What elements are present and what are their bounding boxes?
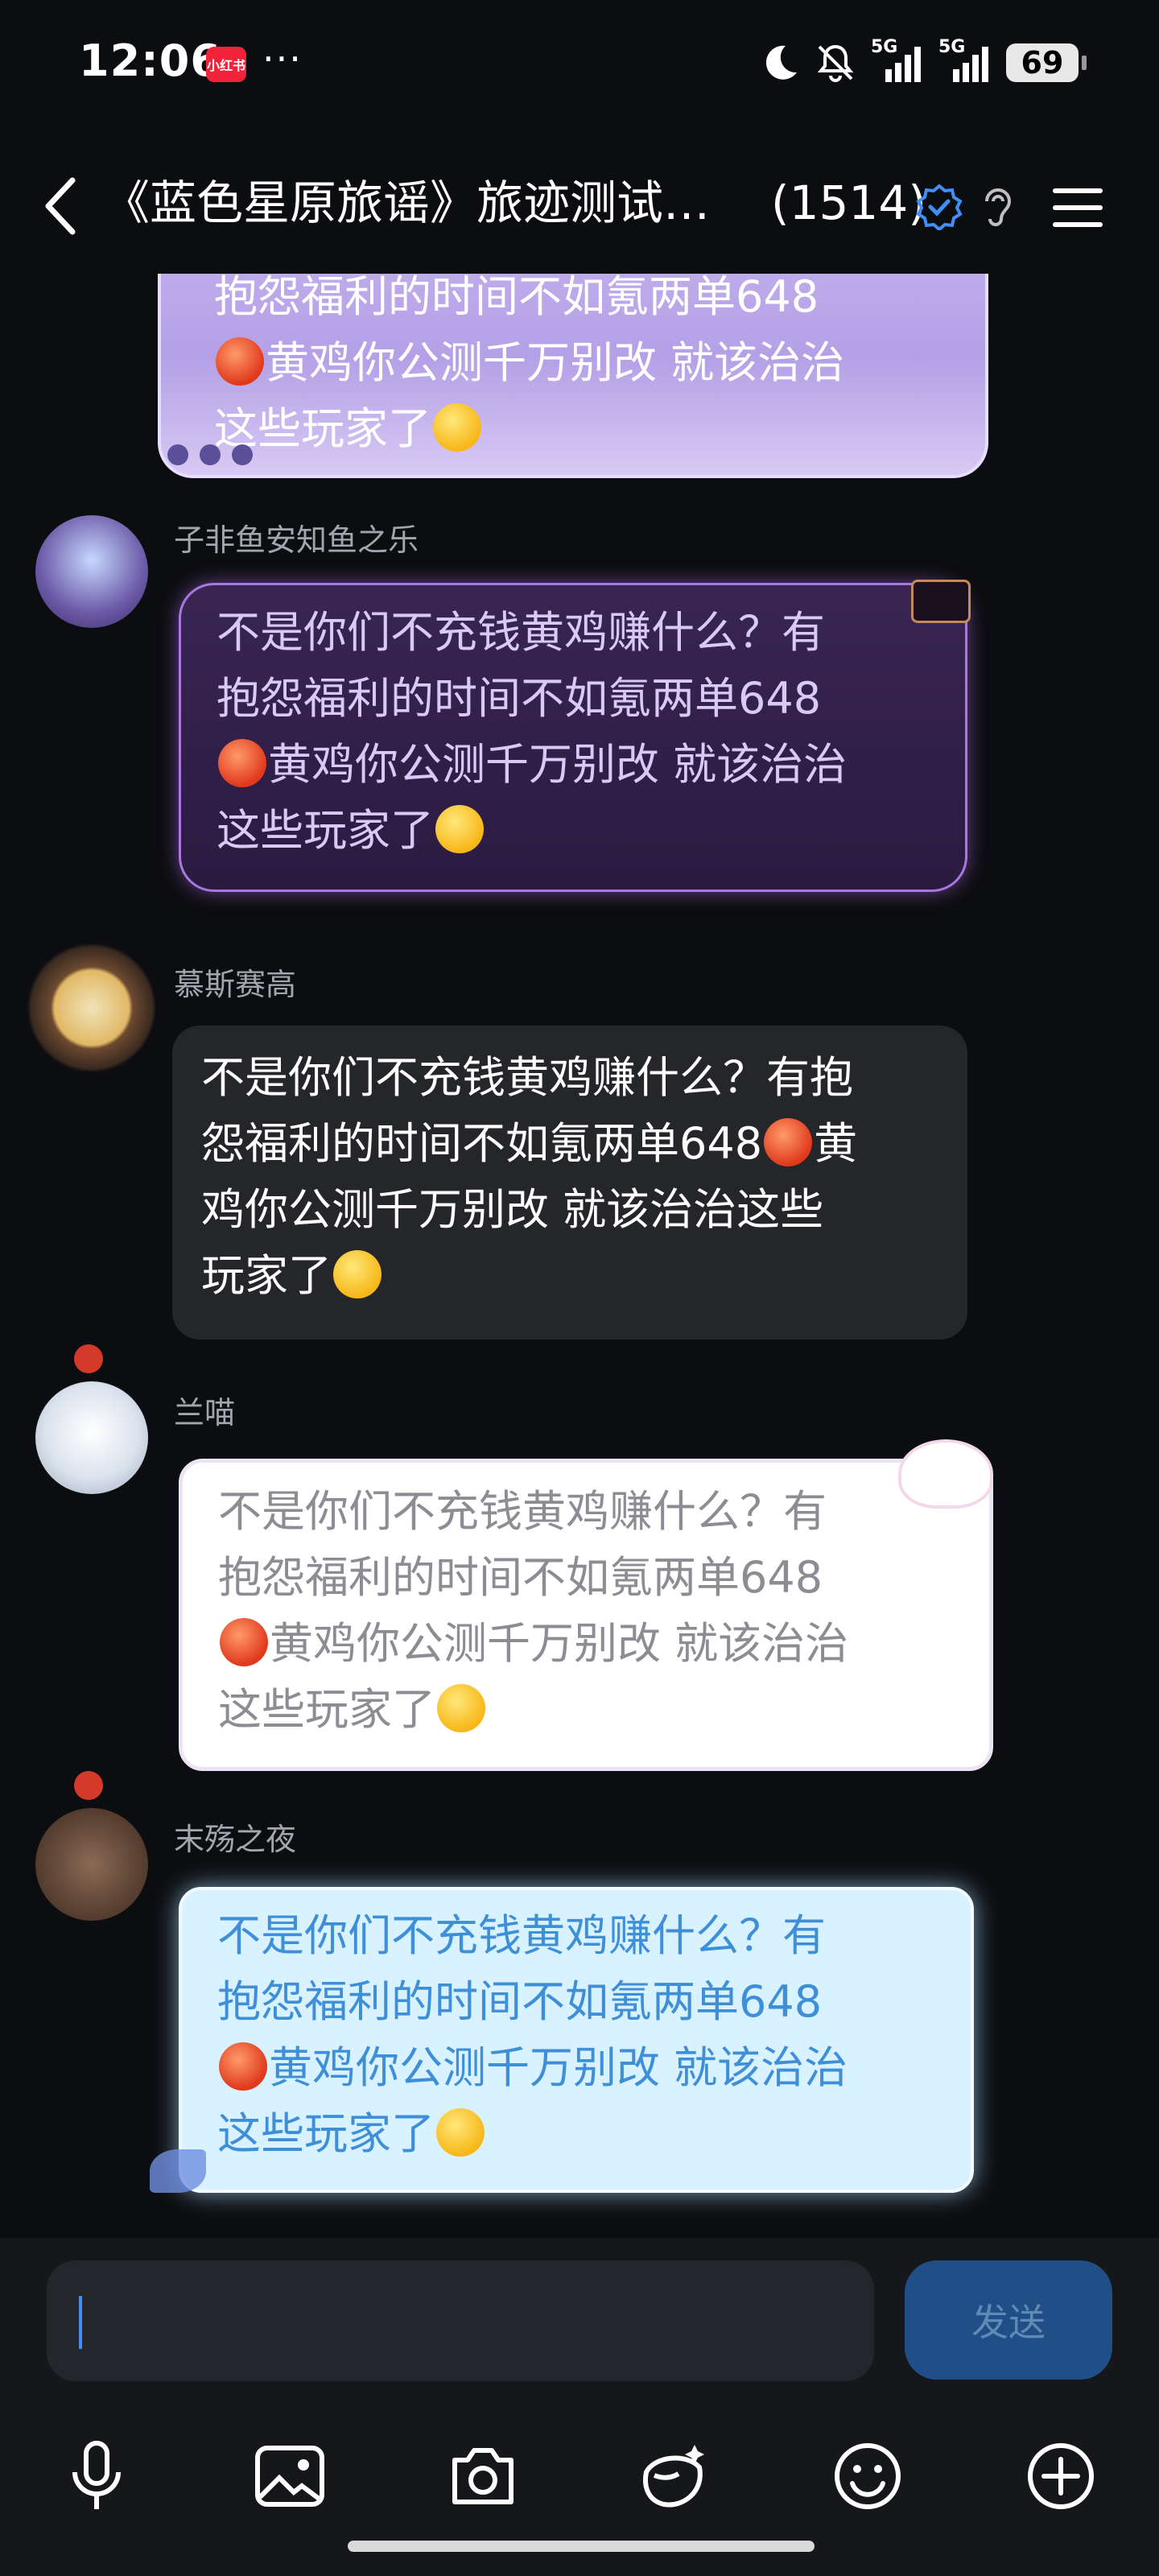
status-bar: 12:06 小红书 ··· 5G 5G 69 xyxy=(0,0,1159,129)
angry-face-icon xyxy=(220,1618,268,1666)
message-text-line: 抱怨福利的时间不如氪两单648 xyxy=(214,274,819,322)
message-item: 子非鱼安知鱼之乐 不是你们不充钱黄鸡赚什么？有 抱怨福利的时间不如氪两单648 … xyxy=(0,515,1159,902)
smiling-face-icon xyxy=(333,1250,382,1298)
message-bubble[interactable]: 抱怨福利的时间不如氪两单648 黄鸡你公测千万别改 就该治治 这些玩家了 xyxy=(158,274,988,478)
xiaohongshu-app-icon: 小红书 xyxy=(206,47,246,82)
message-text-line: 不是你们不充钱黄鸡赚什么？有抱 xyxy=(201,1052,853,1103)
message-text-line: 这些玩家了 xyxy=(217,2101,938,2167)
message-text-line: 玩家了 xyxy=(201,1243,938,1309)
user-avatar[interactable] xyxy=(35,1381,148,1494)
message-text-line: 不是你们不充钱黄鸡赚什么？有 xyxy=(217,1910,826,1961)
message-text-line: 这些玩家了 xyxy=(217,798,933,864)
moon-icon xyxy=(765,45,797,80)
smiling-face-icon xyxy=(436,2108,485,2157)
angry-face-icon xyxy=(218,739,266,787)
mute-bell-icon xyxy=(817,44,854,82)
group-title[interactable]: 《蓝色星原旅谣》旅迹测试… xyxy=(103,171,860,235)
message-item: 兰喵 不是你们不充钱黄鸡赚什么？有 抱怨福利的时间不如氪两单648 黄鸡你公测千… xyxy=(0,1344,1159,1787)
chat-message-list[interactable]: 抱怨福利的时间不如氪两单648 黄鸡你公测千万别改 就该治治 这些玩家了 子非鱼… xyxy=(0,274,1159,2238)
message-bubble[interactable]: 不是你们不充钱黄鸡赚什么？有 抱怨福利的时间不如氪两单648 黄鸡你公测千万别改… xyxy=(179,1459,993,1771)
emoji-icon[interactable] xyxy=(827,2436,908,2516)
message-text-line: 这些玩家了 xyxy=(214,396,940,462)
message-text-line: 抱怨福利的时间不如氪两单648 xyxy=(217,1976,823,2027)
status-time: 12:06 xyxy=(79,35,221,86)
message-text-line: 黄鸡你公测千万别改 就该治治 xyxy=(218,1611,957,1677)
user-avatar[interactable] xyxy=(35,1808,148,1921)
text-caret xyxy=(79,2296,82,2349)
message-text-line: 鸡你公测千万别改 就该治治这些 xyxy=(201,1184,824,1235)
message-text-line: 不是你们不充钱黄鸡赚什么？有 xyxy=(218,1486,827,1537)
message-text-line: 这些玩家了 xyxy=(218,1677,957,1743)
mic-icon[interactable] xyxy=(56,2436,137,2516)
smiling-face-icon xyxy=(433,403,481,452)
image-icon[interactable] xyxy=(250,2436,330,2516)
ear-icon[interactable] xyxy=(980,184,1016,232)
input-toolbar xyxy=(0,2420,1159,2541)
plus-icon[interactable] xyxy=(1021,2436,1101,2516)
camera-icon[interactable] xyxy=(443,2436,523,2516)
bubble-decoration-dots xyxy=(167,444,256,469)
sender-name[interactable]: 慕斯赛高 xyxy=(174,960,296,1004)
bubble-sticker-decoration xyxy=(911,580,971,623)
message-text-line: 抱怨福利的时间不如氪两单648 xyxy=(217,673,822,724)
send-button[interactable]: 发送 xyxy=(905,2260,1112,2380)
sender-name[interactable]: 子非鱼安知鱼之乐 xyxy=(174,515,419,559)
more-notifications-icon: ··· xyxy=(262,37,303,80)
user-avatar[interactable] xyxy=(35,515,148,628)
message-text-line: 黄鸡你公测千万别改 就该治治 xyxy=(214,330,940,396)
smiling-face-icon xyxy=(437,1684,485,1732)
message-item: 慕斯赛高 不是你们不充钱黄鸡赚什么？有抱 怨福利的时间不如氪两单648 黄 鸡你公… xyxy=(0,939,1159,1341)
message-bubble[interactable]: 不是你们不充钱黄鸡赚什么？有抱 怨福利的时间不如氪两单648 黄 鸡你公测千万别改… xyxy=(172,1026,967,1340)
smiling-face-icon xyxy=(435,805,484,853)
message-item: 末殇之夜 不是你们不充钱黄鸡赚什么？有 抱怨福利的时间不如氪两单648 黄鸡你公… xyxy=(0,1771,1159,2238)
message-text-line: 抱怨福利的时间不如氪两单648 xyxy=(218,1552,823,1603)
menu-icon[interactable] xyxy=(1050,184,1106,232)
message-text-line: 不是你们不充钱黄鸡赚什么？有 xyxy=(217,607,825,658)
message-text-line: 怨福利的时间不如氪两单648 黄 xyxy=(201,1118,858,1169)
message-input[interactable] xyxy=(47,2260,874,2381)
sender-name[interactable]: 末殇之夜 xyxy=(174,1814,296,1859)
chat-header: 《蓝色星原旅谣》旅迹测试… (1514) xyxy=(0,145,1159,258)
cat-ear-decoration-icon xyxy=(898,1439,993,1509)
user-avatar[interactable] xyxy=(23,939,161,1077)
home-indicator[interactable] xyxy=(348,2541,815,2552)
signal-5g-icon: 5G xyxy=(871,37,924,85)
flower-decoration-icon xyxy=(74,1771,103,1800)
sender-name[interactable]: 兰喵 xyxy=(174,1388,235,1432)
signal-5g-icon-2: 5G xyxy=(938,37,992,85)
message-text-line: 黄鸡你公测千万别改 就该治治 xyxy=(217,732,933,798)
back-arrow-icon[interactable] xyxy=(37,174,85,238)
flower-decoration-icon xyxy=(74,1344,103,1373)
battery-icon: 69 xyxy=(1006,43,1087,82)
angry-face-icon xyxy=(216,337,264,386)
member-count: (1514) xyxy=(771,175,926,230)
message-bubble[interactable]: 不是你们不充钱黄鸡赚什么？有 抱怨福利的时间不如氪两单648 黄鸡你公测千万别改… xyxy=(179,583,967,892)
status-icons: 5G 5G 69 xyxy=(760,37,1087,87)
input-area: 发送 xyxy=(0,2238,1159,2576)
verified-badge-icon xyxy=(916,184,963,230)
sticker-icon[interactable] xyxy=(634,2436,715,2516)
angry-face-icon xyxy=(764,1118,813,1166)
angry-face-icon xyxy=(219,2042,267,2091)
message-text-line: 黄鸡你公测千万别改 就该治治 xyxy=(217,2035,938,2101)
feather-decoration-icon xyxy=(150,2149,206,2193)
message-bubble[interactable]: 不是你们不充钱黄鸡赚什么？有 抱怨福利的时间不如氪两单648 黄鸡你公测千万别改… xyxy=(179,1887,974,2193)
message-item: 抱怨福利的时间不如氪两单648 黄鸡你公测千万别改 就该治治 这些玩家了 xyxy=(0,274,1159,483)
